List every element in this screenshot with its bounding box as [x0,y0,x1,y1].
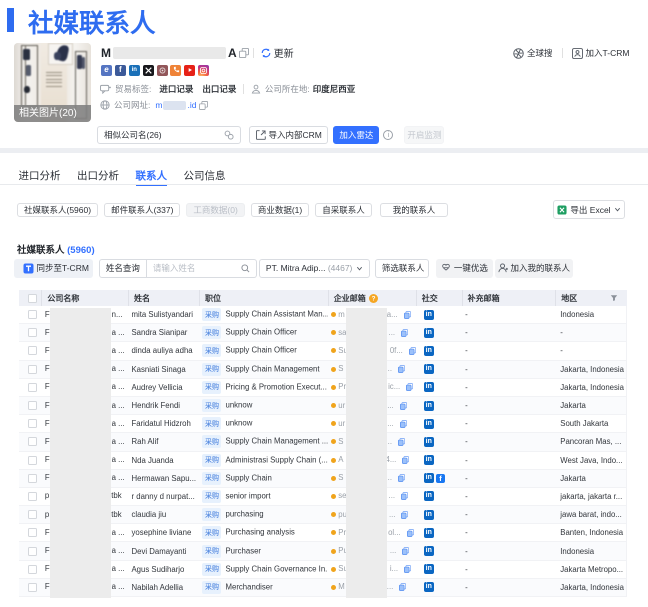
svg-text:?: ? [371,295,375,302]
